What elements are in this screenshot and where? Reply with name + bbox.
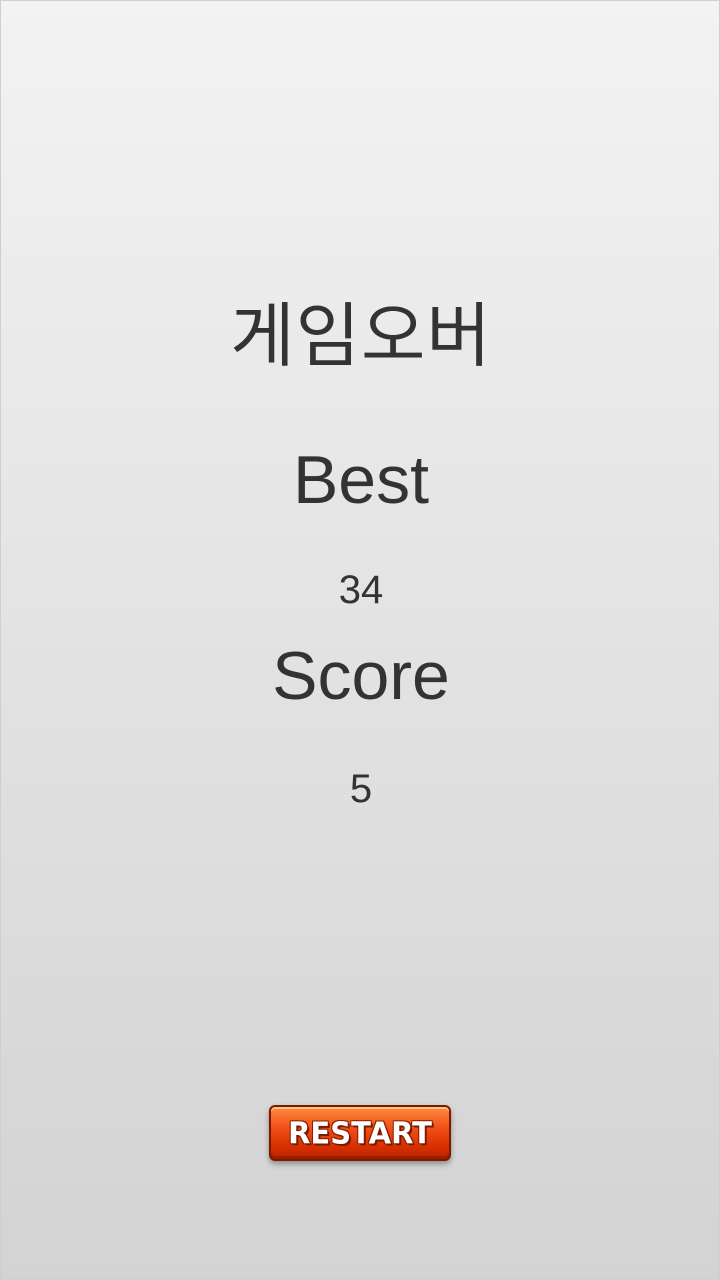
score-label: Score — [272, 638, 450, 714]
game-over-title: 게임오버 — [230, 295, 492, 377]
best-value: 34 — [338, 568, 384, 612]
restart-button[interactable]: RESTART — [269, 1105, 451, 1161]
score-value: 5 — [349, 767, 373, 811]
game-over-screen: 게임오버 Best 34 Score 5 RESTART — [0, 0, 720, 1280]
best-label: Best — [292, 442, 430, 518]
restart-button-label: RESTART — [288, 1115, 432, 1151]
